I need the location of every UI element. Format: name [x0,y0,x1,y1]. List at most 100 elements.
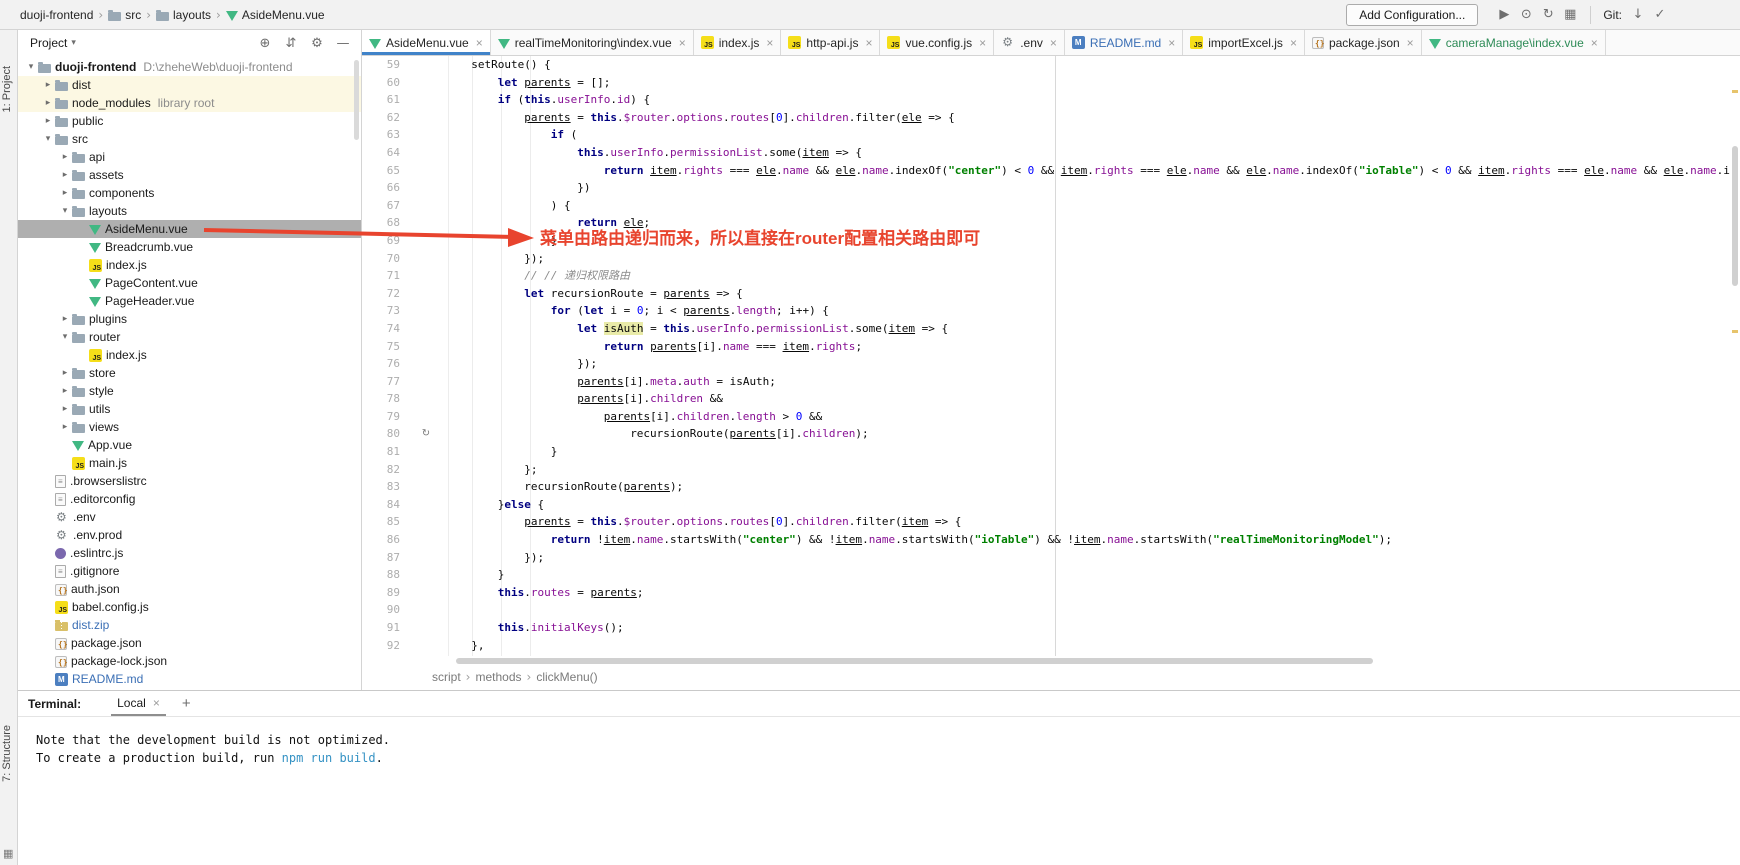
code-line[interactable]: 77 parents[i].meta.auth = isAuth; [362,373,1730,391]
project-tree-item[interactable]: ▸style [18,382,361,400]
code-line[interactable]: 69 } [362,232,1730,250]
project-tree-item[interactable]: README.md [18,670,361,688]
editor-tab[interactable]: README.md× [1065,30,1183,55]
project-tree-item[interactable]: .env [18,508,361,526]
chevron-right-icon[interactable]: ▸ [58,170,72,180]
project-tree-item[interactable]: .browserslistrc [18,472,361,490]
tab-close-icon[interactable]: × [679,36,686,50]
breadcrumb-item[interactable]: duoji-frontend [20,8,93,22]
code-line[interactable]: 73 for (let i = 0; i < parents.length; i… [362,302,1730,320]
project-tree-item[interactable]: .env.prod [18,526,361,544]
project-tree-item[interactable]: main.js [18,454,361,472]
tab-close-icon[interactable]: × [1407,36,1414,50]
sync-icon[interactable]: ↻ [1538,7,1558,22]
code-line[interactable]: 83 recursionRoute(parents); [362,478,1730,496]
chevron-down-icon[interactable]: ▾ [58,332,72,342]
code-editor[interactable]: 59 setRoute() {60 let parents = [];61 if… [362,56,1730,656]
tab-close-icon[interactable]: × [865,36,872,50]
editor-tab[interactable]: .env× [994,30,1065,55]
tab-close-icon[interactable]: × [476,36,483,50]
editor-breadcrumb-item[interactable]: script [432,670,461,684]
project-tree-item[interactable]: .eslintrc.js [18,544,361,562]
project-tree-item[interactable]: Breadcrumb.vue [18,238,361,256]
project-tree-item[interactable]: .editorconfig [18,490,361,508]
code-line[interactable]: 79 parents[i].children.length > 0 && [362,408,1730,426]
project-tree-item[interactable]: PageHeader.vue [18,292,361,310]
editor-tab[interactable]: AsideMenu.vue× [362,30,491,55]
project-tree-item[interactable]: ▸components [18,184,361,202]
tool-window-switcher-icon[interactable]: ▦ [3,847,13,860]
locate-file-icon[interactable]: ⊕ [255,36,275,51]
collapse-all-icon[interactable]: ⇵ [281,36,301,51]
project-tree-item[interactable]: package.json [18,634,361,652]
code-line[interactable]: 71 // // 递归权限路由 [362,267,1730,285]
editor-tab[interactable]: index.js× [694,30,782,55]
chevron-right-icon[interactable]: ▸ [41,116,55,126]
project-tree-item[interactable]: .gitignore [18,562,361,580]
tab-close-icon[interactable]: × [1168,36,1175,50]
layout-icon[interactable]: ▦ [1560,7,1580,22]
project-view-selector[interactable]: Project ▾ [30,36,76,50]
chevron-right-icon[interactable]: ▸ [58,188,72,198]
add-configuration-button[interactable]: Add Configuration... [1346,4,1478,26]
chevron-right-icon[interactable]: ▸ [58,314,72,324]
project-tree-item[interactable]: ▸assets [18,166,361,184]
code-line[interactable]: 82 }; [362,461,1730,479]
project-tree-item[interactable]: ▾router [18,328,361,346]
debug-icon[interactable]: ⊙ [1516,7,1536,22]
breadcrumb-item[interactable]: layouts [156,8,211,22]
chevron-right-icon[interactable]: ▸ [58,422,72,432]
code-line[interactable]: 92 }, [362,637,1730,655]
code-line[interactable]: 81 } [362,443,1730,461]
vcs-update-icon[interactable]: ↓ [1628,7,1648,22]
tab-close-icon[interactable]: × [1290,36,1297,50]
code-line[interactable]: 62 parents = this.$router.options.routes… [362,109,1730,127]
project-tree-item[interactable]: ▸utils [18,400,361,418]
code-line[interactable]: 64 this.userInfo.permissionList.some(ite… [362,144,1730,162]
breadcrumb-item[interactable]: AsideMenu.vue [226,8,325,22]
gear-icon[interactable]: ⚙ [307,36,327,51]
project-tree-item[interactable]: ▸public [18,112,361,130]
code-line[interactable]: 90 [362,601,1730,619]
chevron-right-icon[interactable]: ▸ [41,98,55,108]
code-line[interactable]: 59 setRoute() { [362,56,1730,74]
project-tree-item[interactable]: ▸node_moduleslibrary root [18,94,361,112]
code-line[interactable]: 89 this.routes = parents; [362,584,1730,602]
editor-tab[interactable]: importExcel.js× [1183,30,1305,55]
chevron-down-icon[interactable]: ▾ [41,134,55,144]
tab-close-icon[interactable]: × [1050,36,1057,50]
chevron-down-icon[interactable]: ▾ [24,62,38,72]
warning-stripe-mark[interactable] [1732,330,1738,333]
code-line[interactable]: 91 this.initialKeys(); [362,619,1730,637]
structure-stripe-button[interactable]: 7: Structure [1,725,13,782]
editor-breadcrumb-item[interactable]: clickMenu() [536,670,597,684]
tree-scrollbar[interactable] [354,60,359,140]
code-line[interactable]: 68 return ele; [362,214,1730,232]
code-line[interactable]: 84 }else { [362,496,1730,514]
project-tree-item[interactable]: AsideMenu.vue [18,220,361,238]
code-line[interactable]: 72 let recursionRoute = parents => { [362,285,1730,303]
code-line[interactable]: 61 if (this.userInfo.id) { [362,91,1730,109]
code-line[interactable]: 85 parents = this.$router.options.routes… [362,513,1730,531]
tab-close-icon[interactable]: × [979,36,986,50]
new-terminal-icon[interactable]: + [182,695,191,712]
tab-close-icon[interactable]: × [1591,36,1598,50]
project-tree-item[interactable]: ▾duoji-frontendD:\zheheWeb\duoji-fronten… [18,58,361,76]
code-line[interactable]: 80↻ recursionRoute(parents[i].children); [362,425,1730,443]
code-line[interactable]: 78 parents[i].children && [362,390,1730,408]
project-tree-item[interactable]: babel.config.js [18,598,361,616]
code-line[interactable]: 88 } [362,566,1730,584]
chevron-right-icon[interactable]: ▸ [58,368,72,378]
project-tree-item[interactable]: ▸views [18,418,361,436]
project-tree-item[interactable]: ▸plugins [18,310,361,328]
scrollbar-thumb[interactable] [1732,146,1738,286]
chevron-right-icon[interactable]: ▸ [58,386,72,396]
project-tree-item[interactable]: App.vue [18,436,361,454]
project-tree-item[interactable]: index.js [18,346,361,364]
project-tree-item[interactable]: package-lock.json [18,652,361,670]
chevron-right-icon[interactable]: ▸ [58,152,72,162]
code-line[interactable]: 87 }); [362,549,1730,567]
tab-close-icon[interactable]: × [153,696,160,710]
project-tree-item[interactable]: ▾layouts [18,202,361,220]
hide-panel-icon[interactable]: — [333,36,353,51]
